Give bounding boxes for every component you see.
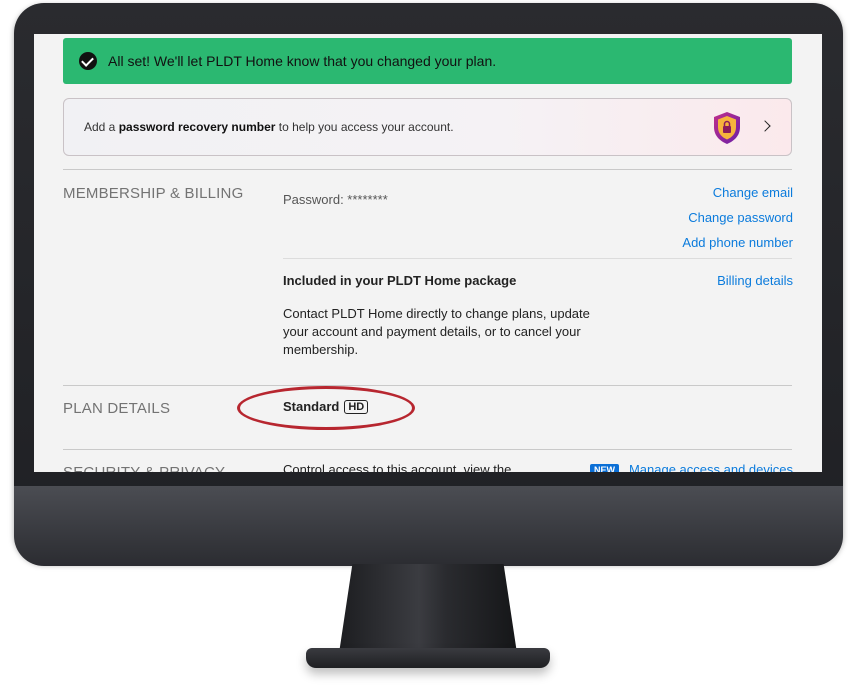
monitor-chin: [14, 486, 843, 566]
section-divider: [63, 385, 792, 386]
package-title: Included in your PLDT Home package: [283, 273, 517, 288]
membership-billing-title: MEMBERSHIP & BILLING: [63, 185, 244, 202]
success-banner: All set! We'll let PLDT Home know that y…: [63, 38, 792, 84]
highlight-ellipse: [237, 386, 415, 430]
recovery-card-text: Add a password recovery number to help y…: [84, 120, 454, 134]
inner-divider: [283, 258, 792, 259]
chevron-right-icon[interactable]: [759, 120, 771, 132]
security-description: Control access to this account, view the: [283, 462, 512, 472]
plan-details-title: PLAN DETAILS: [63, 400, 171, 417]
manage-access-devices-link[interactable]: Manage access and devices: [629, 462, 793, 472]
section-divider: [63, 449, 792, 450]
success-banner-message: All set! We'll let PLDT Home know that y…: [108, 53, 497, 69]
password-recovery-card[interactable]: Add a password recovery number to help y…: [63, 98, 792, 156]
section-divider: [63, 169, 792, 170]
monitor-stand-neck: [338, 564, 518, 660]
account-page-screen: All set! We'll let PLDT Home know that y…: [34, 34, 822, 472]
password-label: Password: ********: [283, 192, 388, 207]
change-password-link[interactable]: Change password: [688, 210, 793, 225]
monitor-stand-base: [306, 648, 550, 668]
new-badge: NEW: [590, 464, 619, 472]
add-phone-number-link[interactable]: Add phone number: [682, 235, 793, 250]
check-circle-icon: [79, 52, 97, 70]
shield-lock-icon: [714, 112, 740, 144]
change-email-link[interactable]: Change email: [713, 185, 793, 200]
package-description: Contact PLDT Home directly to change pla…: [283, 306, 590, 357]
security-privacy-title: SECURITY & PRIVACY: [63, 464, 225, 472]
billing-details-link[interactable]: Billing details: [717, 273, 793, 288]
recovery-card-bold-text: password recovery number: [118, 120, 276, 134]
